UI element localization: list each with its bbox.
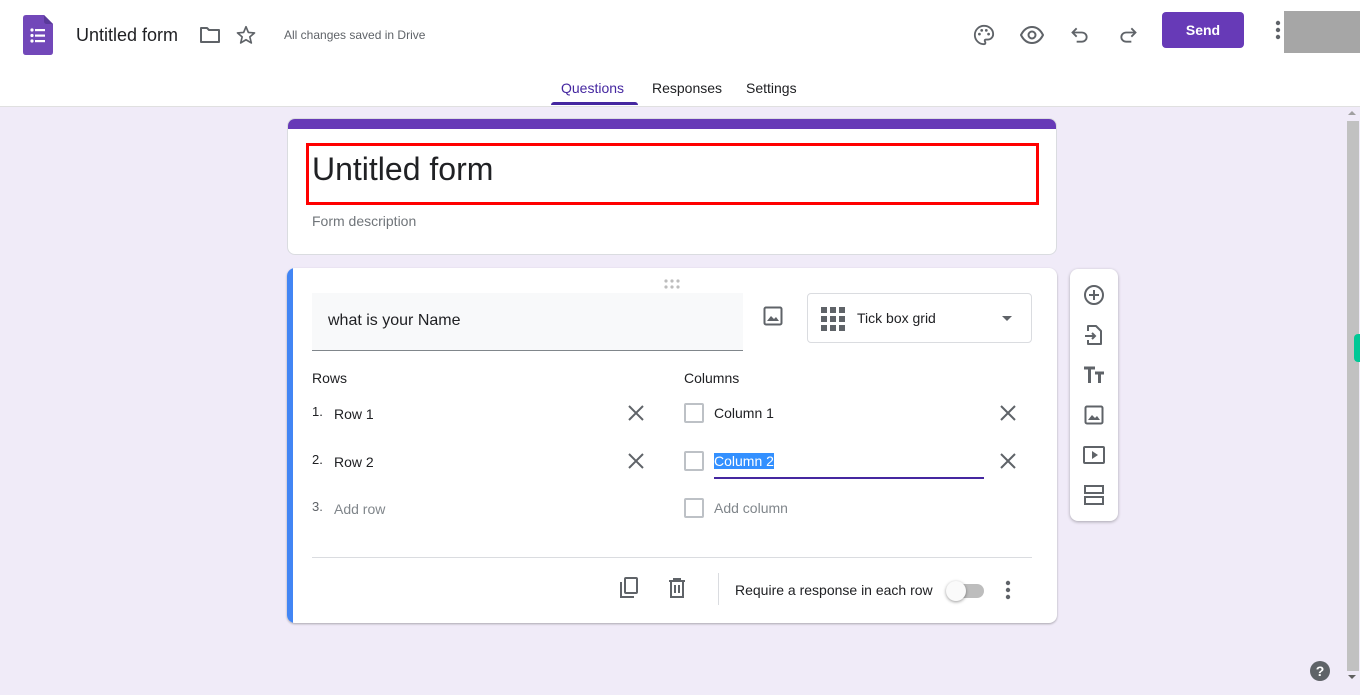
active-question-indicator <box>287 268 293 623</box>
checkbox-icon <box>684 498 704 518</box>
divider <box>718 573 719 605</box>
form-description-input[interactable]: Form description <box>312 213 416 229</box>
app-header: Untitled form All changes saved in Drive… <box>0 0 1360 107</box>
column-text-input[interactable]: Column 1 <box>714 405 774 421</box>
columns-heading: Columns <box>684 370 740 386</box>
palette-icon[interactable] <box>971 22 997 48</box>
divider <box>312 557 1032 558</box>
row-text-input[interactable]: Row 1 <box>334 406 374 422</box>
form-title-card: Untitled form Form description <box>287 118 1057 255</box>
row-number: 2. <box>312 452 323 467</box>
add-row-input[interactable]: Add row <box>334 501 385 517</box>
tab-responses[interactable]: Responses <box>652 80 722 96</box>
add-section-icon[interactable] <box>1082 483 1106 507</box>
add-title-icon[interactable] <box>1082 363 1106 387</box>
checkbox-icon <box>684 451 704 471</box>
scroll-up-arrow-icon[interactable] <box>1348 111 1356 115</box>
add-image-icon[interactable] <box>763 306 785 328</box>
column-option[interactable]: Column 2 <box>684 451 984 475</box>
account-avatar[interactable] <box>1284 11 1360 53</box>
question-type-label: Tick box grid <box>857 310 936 326</box>
folder-icon[interactable] <box>197 22 223 48</box>
floating-toolbar <box>1070 269 1118 521</box>
question-card[interactable]: what is your Name Tick box grid Rows 1. … <box>287 268 1057 623</box>
tab-questions[interactable]: Questions <box>561 80 624 96</box>
tab-bar: Questions Responses Settings <box>0 72 1360 106</box>
help-icon[interactable]: ? <box>1310 661 1330 681</box>
add-row-option[interactable]: 3. Add row <box>312 499 652 523</box>
require-response-toggle[interactable] <box>946 580 984 601</box>
duplicate-icon[interactable] <box>617 576 641 600</box>
add-column-input[interactable]: Add column <box>714 500 788 516</box>
remove-column-icon[interactable] <box>998 403 1018 423</box>
row-option[interactable]: 2. Row 2 <box>312 452 652 476</box>
focused-input-underline <box>714 477 984 479</box>
star-icon[interactable] <box>233 22 259 48</box>
save-status: All changes saved in Drive <box>284 28 426 42</box>
column-text-input[interactable]: Column 2 <box>714 453 774 469</box>
tab-settings[interactable]: Settings <box>746 80 797 96</box>
add-column-option[interactable]: Add column <box>684 498 984 522</box>
chevron-down-icon <box>1002 316 1012 321</box>
row-text-input[interactable]: Row 2 <box>334 454 374 470</box>
active-tab-indicator <box>551 102 638 105</box>
row-number: 1. <box>312 404 323 419</box>
google-forms-logo-icon[interactable] <box>23 15 53 55</box>
vertical-scrollbar[interactable] <box>1345 107 1360 695</box>
add-video-icon[interactable] <box>1082 443 1106 467</box>
side-panel-handle[interactable] <box>1354 334 1360 362</box>
add-image-icon[interactable] <box>1082 403 1106 427</box>
toggle-thumb <box>946 581 966 601</box>
undo-icon[interactable] <box>1067 22 1093 48</box>
grid-icon <box>821 307 845 336</box>
highlight-annotation-box <box>306 143 1039 205</box>
row-number: 3. <box>312 499 323 514</box>
scrollbar-thumb[interactable] <box>1347 121 1359 671</box>
remove-row-icon[interactable] <box>626 451 646 471</box>
theme-accent-bar <box>288 119 1056 129</box>
question-title-input[interactable]: what is your Name <box>312 293 743 351</box>
column-option[interactable]: Column 1 <box>684 403 984 427</box>
document-title[interactable]: Untitled form <box>76 25 178 46</box>
drag-handle-icon[interactable] <box>664 276 680 289</box>
more-options-icon[interactable] <box>999 578 1017 602</box>
scroll-down-arrow-icon[interactable] <box>1348 675 1356 679</box>
send-button[interactable]: Send <box>1162 12 1244 48</box>
require-response-label: Require a response in each row <box>735 582 933 598</box>
rows-heading: Rows <box>312 370 348 386</box>
row-option[interactable]: 1. Row 1 <box>312 404 652 428</box>
question-type-dropdown[interactable]: Tick box grid <box>807 293 1032 343</box>
redo-icon[interactable] <box>1115 22 1141 48</box>
remove-row-icon[interactable] <box>626 403 646 423</box>
delete-icon[interactable] <box>665 576 689 600</box>
remove-column-icon[interactable] <box>998 451 1018 471</box>
preview-eye-icon[interactable] <box>1019 22 1045 48</box>
add-question-icon[interactable] <box>1082 283 1106 307</box>
checkbox-icon <box>684 403 704 423</box>
import-questions-icon[interactable] <box>1082 323 1106 347</box>
